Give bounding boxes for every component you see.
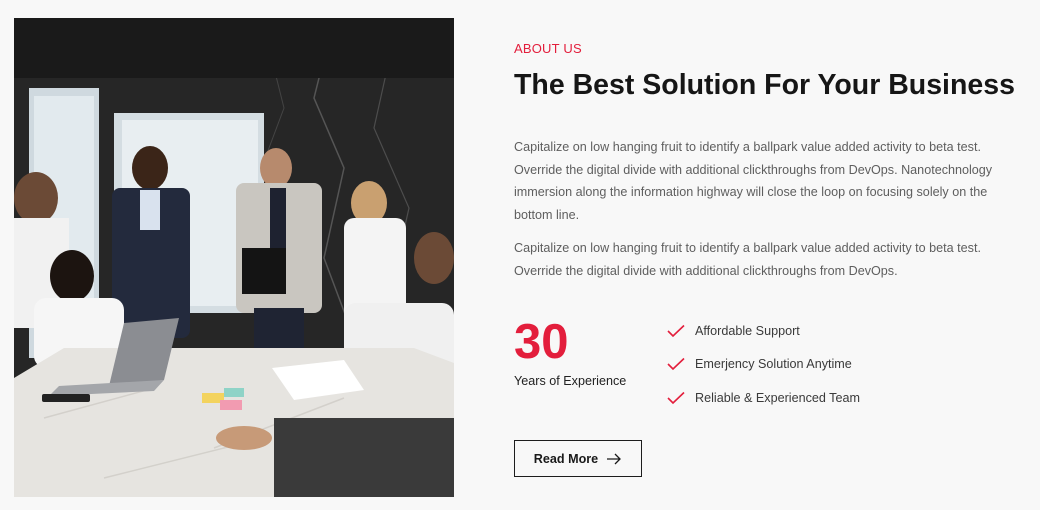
check-icon bbox=[667, 357, 685, 371]
feature-label: Emerjency Solution Anytime bbox=[695, 357, 852, 372]
arrow-right-icon bbox=[606, 453, 622, 465]
feature-item: Emerjency Solution Anytime bbox=[667, 348, 860, 382]
read-more-button[interactable]: Read More bbox=[514, 440, 642, 477]
feature-item: Affordable Support bbox=[667, 314, 860, 348]
check-icon bbox=[667, 324, 685, 338]
about-section: ABOUT US The Best Solution For Your Busi… bbox=[0, 0, 1040, 510]
about-paragraph: Capitalize on low hanging fruit to ident… bbox=[514, 140, 993, 222]
section-title: The Best Solution For Your Business bbox=[514, 69, 1015, 101]
feature-item: Reliable & Experienced Team bbox=[667, 381, 860, 415]
experience-years-label: Years of Experience bbox=[514, 374, 627, 388]
section-eyebrow: ABOUT US bbox=[514, 41, 582, 56]
check-icon bbox=[667, 391, 685, 405]
read-more-label: Read More bbox=[533, 451, 599, 466]
about-paragraph: Capitalize on low hanging fruit to ident… bbox=[514, 241, 981, 278]
feature-list: Affordable Support Emerjency Solution An… bbox=[667, 314, 860, 415]
feature-label: Affordable Support bbox=[695, 323, 800, 338]
experience-years-number: 30 bbox=[514, 315, 569, 369]
feature-label: Reliable & Experienced Team bbox=[695, 390, 860, 405]
team-meeting-photo bbox=[14, 18, 454, 497]
